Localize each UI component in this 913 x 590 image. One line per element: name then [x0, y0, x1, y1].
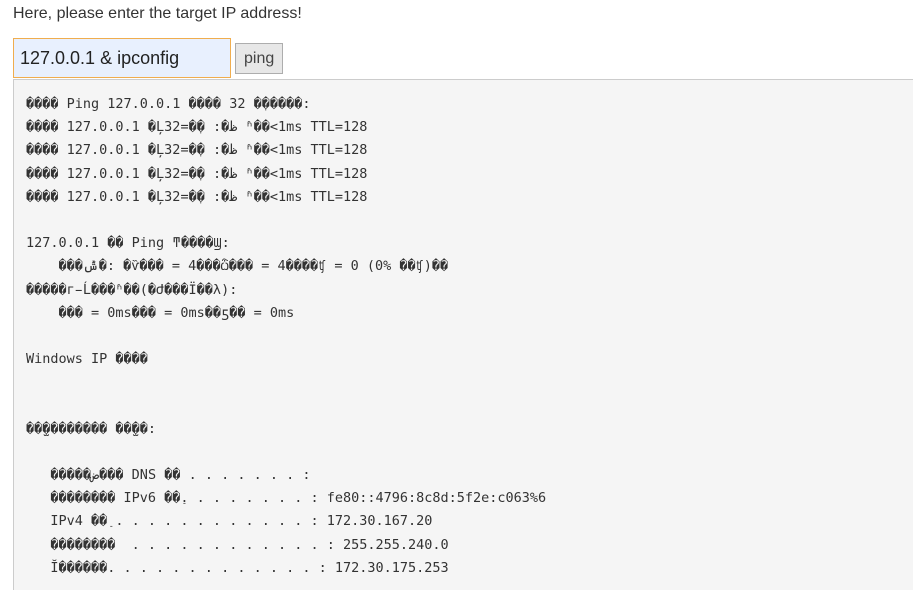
output-line: Ĭ������. . . . . . . . . . . . . : 172.3… [26, 557, 913, 580]
output-line: �����ض��� DNS ��׺ . . . . . . . : [26, 464, 913, 487]
output-line: �������� IPv6 ��ַ. . . . . . . . : fe80:… [26, 487, 913, 510]
output-line: ���� 127.0.0.1 �Ļظ�: �ֽ�=32 ʱ��<1ms TTL=… [26, 139, 913, 162]
output-line [26, 441, 913, 464]
command-output: ���� Ping 127.0.0.1 ���� 32 �ֽ�����: ����… [13, 79, 913, 590]
output-line: IPv4 ��ַ . . . . . . . . . . . . : 172.3… [26, 510, 913, 533]
output-line: ���� 127.0.0.1 �Ļظ�: �ֽ�=32 ʱ��<1ms TTL=… [26, 186, 913, 209]
output-line: 127.0.0.1 �� Ping ͳ����Ϣ: [26, 232, 913, 255]
output-line [26, 394, 913, 417]
output-line: �����г̵Ĺ���ʱ��(�Ժ���Ϊ��λ): [26, 279, 913, 302]
ping-button[interactable]: ping [235, 43, 283, 74]
output-line: ���ݰ�: �ѷ��� = 4���ѽ��� = 4����ʧ = 0 (0%… [26, 255, 913, 278]
output-line [26, 209, 913, 232]
ip-address-input[interactable] [13, 38, 231, 78]
output-line: ���� 127.0.0.1 �Ļظ�: �ֽ�=32 ʱ��<1ms TTL=… [26, 163, 913, 186]
output-line: ��� = 0ms��� = 0ms��ƽ�� = 0ms [26, 302, 913, 325]
output-line: ��̫�������� ��̫��: [26, 418, 913, 441]
output-line: �������� . . . . . . . . . . . . : 255.2… [26, 534, 913, 557]
output-line [26, 371, 913, 394]
instruction-text: Here, please enter the target IP address… [13, 4, 302, 24]
output-line: ���� 127.0.0.1 �Ļظ�: �ֽ�=32 ʱ��<1ms TTL=… [26, 116, 913, 139]
output-line: Windows IP ���� [26, 348, 913, 371]
output-line [26, 325, 913, 348]
output-line: ���� Ping 127.0.0.1 ���� 32 �ֽ�����: [26, 93, 913, 116]
